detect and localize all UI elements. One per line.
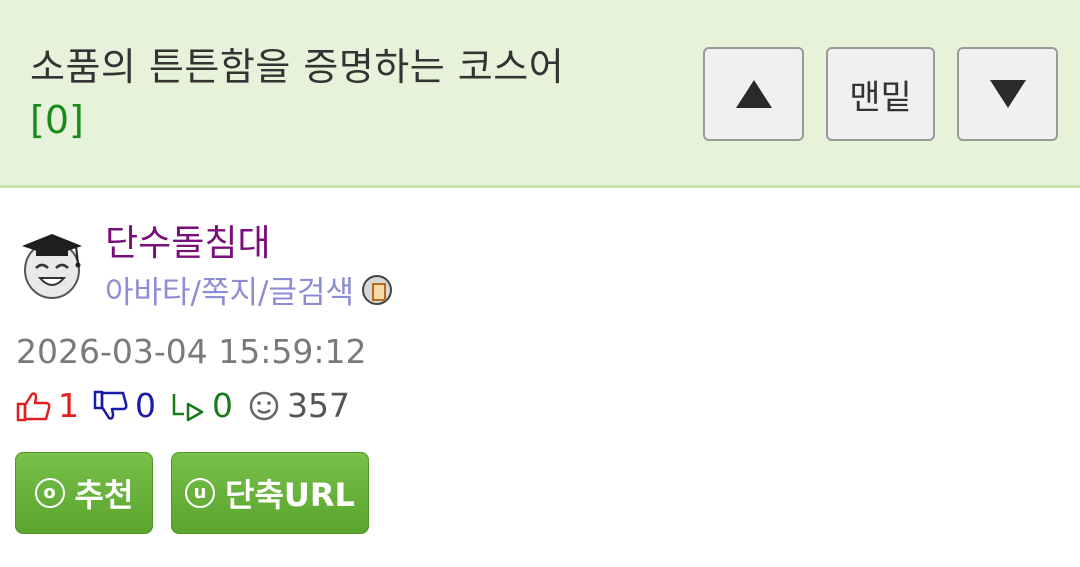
circle-u-icon: u	[185, 478, 216, 508]
downvote-stat[interactable]: 0	[93, 386, 156, 425]
smiley-icon	[249, 391, 279, 420]
upvote-count: 1	[58, 386, 79, 425]
scroll-bottom-label: 맨밑	[849, 77, 912, 118]
reply-arrow-icon	[172, 393, 204, 421]
thumbs-down-icon	[93, 390, 128, 420]
post-title: 소품의 튼튼함을 증명하는 코스어	[30, 45, 565, 89]
reply-count: 0	[212, 386, 233, 425]
comment-count[interactable]: [0]	[30, 98, 84, 142]
scroll-down-button[interactable]	[957, 47, 1058, 141]
view-stat: 357	[247, 386, 350, 425]
post-stats: 1 0 0 357	[16, 386, 364, 425]
triangle-down-icon	[989, 80, 1026, 108]
avatar[interactable]	[16, 224, 88, 300]
recommend-label: 추천	[74, 476, 134, 514]
scroll-bottom-button[interactable]: 맨밑	[826, 47, 935, 141]
view-count: 357	[287, 386, 350, 425]
author-name[interactable]: 단수돌침대	[105, 214, 271, 266]
message-icon[interactable]	[362, 274, 393, 305]
upvote-stat[interactable]: 1	[16, 386, 79, 425]
downvote-count: 0	[135, 386, 156, 425]
circle-o-icon: o	[34, 478, 65, 508]
post-header: 소품의 튼튼함을 증명하는 코스어 [0] 맨밑	[0, 0, 1080, 188]
scroll-top-button[interactable]	[703, 47, 804, 141]
post-timestamp: 2026-03-04 15:59:12	[16, 332, 367, 371]
triangle-up-icon	[735, 80, 772, 108]
author-links[interactable]: 아바타/쪽지/글검색	[105, 267, 393, 312]
reply-stat[interactable]: 0	[170, 386, 233, 425]
thumbs-up-icon	[16, 391, 51, 421]
recommend-button[interactable]: o 추천	[15, 452, 153, 534]
author-links-label[interactable]: 아바타/쪽지/글검색	[105, 267, 354, 312]
short-url-label: 단축URL	[225, 476, 355, 514]
short-url-button[interactable]: u 단축URL	[171, 452, 369, 534]
